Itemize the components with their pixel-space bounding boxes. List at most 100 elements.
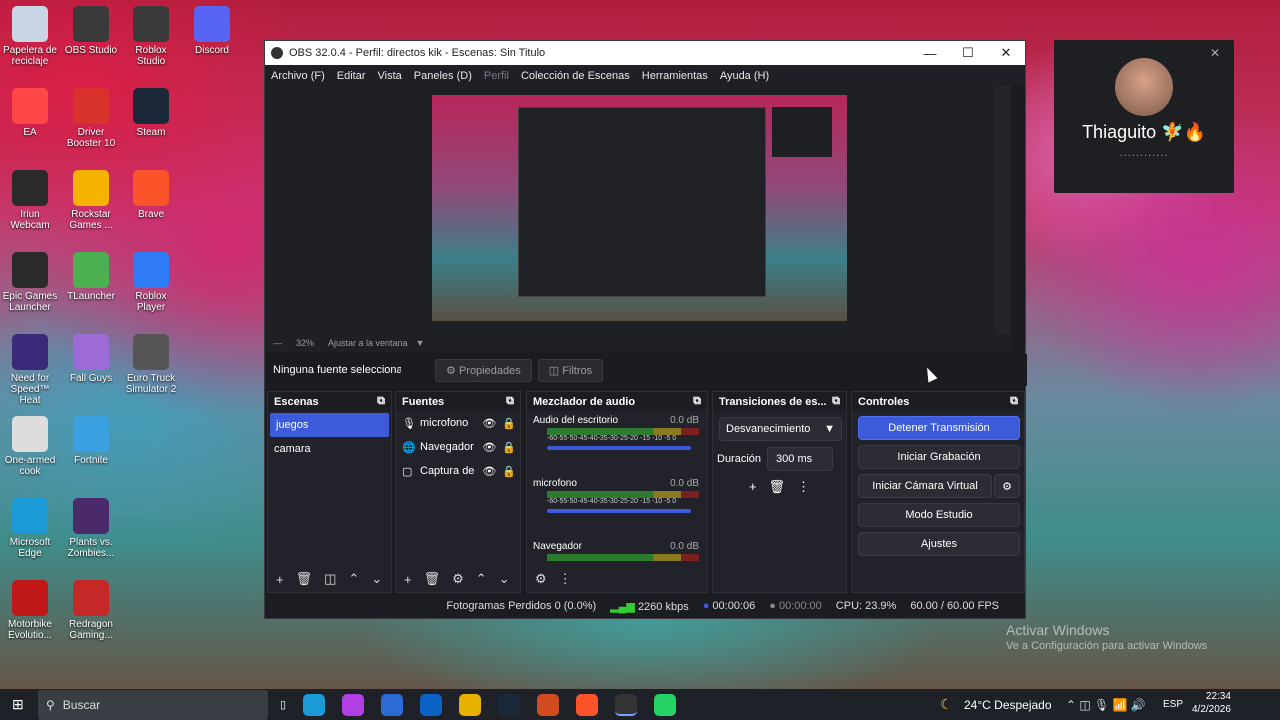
- desktop-icon[interactable]: Rockstar Games ...: [61, 170, 121, 231]
- trash-icon[interactable]: 🗑: [424, 571, 441, 587]
- desktop-icon[interactable]: Fortnite: [61, 416, 121, 466]
- dock-float-icon[interactable]: ⧉: [832, 395, 840, 408]
- volume-slider[interactable]: [547, 509, 691, 513]
- dock-float-icon[interactable]: ⧉: [1010, 395, 1018, 408]
- desktop-icon[interactable]: Roblox Studio: [121, 6, 181, 67]
- desktop-icon[interactable]: One-armed cook: [0, 416, 60, 477]
- source-item-captura[interactable]: ▢ Captura de 👁 🔒: [396, 459, 520, 483]
- filters-button[interactable]: ◫ Filtros: [537, 358, 604, 382]
- filter-icon[interactable]: ◫: [324, 571, 336, 587]
- gear-icon[interactable]: ⚙: [452, 571, 464, 587]
- outlook-icon[interactable]: [420, 693, 443, 716]
- desktop-icon[interactable]: EA: [0, 88, 60, 138]
- dock-float-icon[interactable]: ⧉: [377, 395, 385, 408]
- more-icon[interactable]: ⋮: [559, 571, 572, 587]
- trash-icon[interactable]: 🗑: [769, 479, 786, 495]
- desktop-icon[interactable]: Brave: [121, 170, 181, 220]
- language[interactable]: ESP: [1163, 699, 1183, 710]
- close-icon[interactable]: ✕: [1210, 46, 1220, 60]
- transition-select[interactable]: Desvanecimiento ▼: [719, 417, 842, 441]
- start-recording-button[interactable]: Iniciar Grabación: [858, 445, 1020, 469]
- fit-window[interactable]: Ajustar a la ventana: [328, 338, 408, 348]
- menu-archivo[interactable]: Archivo (F): [271, 70, 325, 82]
- desktop-icon[interactable]: Papelera de reciclaje: [0, 6, 60, 67]
- desktop-icon[interactable]: Microsoft Edge: [0, 498, 60, 559]
- volume-slider[interactable]: [547, 446, 691, 450]
- source-item-navegador[interactable]: 🌐 Navegador 👁 🔒: [396, 435, 520, 459]
- zoom-out-button[interactable]: —: [273, 338, 282, 348]
- lock-icon[interactable]: 🔒: [502, 465, 516, 478]
- search-icon: ⚲: [46, 697, 55, 712]
- desktop-icon[interactable]: Driver Booster 10: [61, 88, 121, 149]
- add-icon[interactable]: +: [404, 572, 412, 587]
- tray-icons[interactable]: ⌃ ◫ 🎙 📶 🔊: [1066, 698, 1146, 712]
- menu-vista[interactable]: Vista: [378, 70, 402, 82]
- chevron-up-icon[interactable]: ⌃: [348, 571, 359, 587]
- desktop-icon[interactable]: Plants vs. Zombies...: [61, 498, 121, 559]
- more-icon[interactable]: ⋮: [797, 479, 810, 495]
- search-input[interactable]: ⚲ Buscar: [38, 689, 268, 720]
- desktop-icon[interactable]: Iriun Webcam: [0, 170, 60, 231]
- desktop-icon[interactable]: Epic Games Launcher: [0, 252, 60, 313]
- copilot-icon[interactable]: [342, 693, 365, 716]
- properties-button[interactable]: ⚙ Propiedades: [435, 358, 532, 382]
- lock-icon[interactable]: 🔒: [502, 417, 516, 430]
- desktop-icon[interactable]: Motorbike Evolutio...: [0, 580, 60, 641]
- maximize-button[interactable]: ☐: [949, 45, 987, 61]
- task-view-icon[interactable]: ▯: [280, 698, 286, 711]
- desktop-icon[interactable]: Discord: [182, 6, 242, 56]
- scenes-dock: Escenas ⧉ juegos camara + 🗑 ◫ ⌃ ⌄: [267, 391, 392, 593]
- chrome-icon[interactable]: [459, 693, 482, 716]
- scene-item-camara[interactable]: camara: [268, 437, 391, 461]
- player-icon[interactable]: [537, 693, 560, 716]
- stop-stream-button[interactable]: Detener Transmisión: [858, 416, 1020, 440]
- edge-icon[interactable]: [303, 693, 326, 716]
- duration-input[interactable]: 300 ms: [767, 447, 834, 471]
- eye-icon[interactable]: 👁: [482, 441, 496, 454]
- settings-button[interactable]: Ajustes: [858, 532, 1020, 556]
- chevron-down-icon[interactable]: ▼: [416, 338, 425, 348]
- chevron-down-icon[interactable]: ⌄: [371, 571, 382, 587]
- desktop-icon[interactable]: Fall Guys: [61, 334, 121, 384]
- source-item-microfono[interactable]: 🎙 microfono 👁 🔒: [396, 411, 520, 435]
- whatsapp-icon[interactable]: [654, 693, 677, 716]
- advanced-audio-icon[interactable]: ⚙: [535, 571, 547, 587]
- lock-icon[interactable]: 🔒: [502, 441, 516, 454]
- trash-icon[interactable]: 🗑: [296, 571, 313, 587]
- menu-paneles[interactable]: Paneles (D): [414, 70, 472, 82]
- virtual-camera-button[interactable]: Iniciar Cámara Virtual: [858, 474, 992, 498]
- desktop-icon[interactable]: Steam: [121, 88, 181, 138]
- desktop-icon[interactable]: Roblox Player: [121, 252, 181, 313]
- preview-canvas[interactable]: [265, 86, 1011, 334]
- add-icon[interactable]: +: [276, 572, 284, 587]
- eye-icon[interactable]: 👁: [482, 417, 496, 430]
- desktop-icon[interactable]: Euro Truck Simulator 2: [121, 334, 181, 395]
- desktop-icon[interactable]: OBS Studio: [61, 6, 121, 56]
- chevron-up-icon[interactable]: ⌃: [476, 571, 487, 587]
- chevron-down-icon[interactable]: ⌄: [499, 571, 510, 587]
- minimize-button[interactable]: —: [911, 46, 949, 61]
- scene-item-juegos[interactable]: juegos: [270, 413, 389, 437]
- add-icon[interactable]: +: [749, 479, 757, 495]
- windows-start-icon[interactable]: ⊞: [12, 696, 24, 713]
- store-icon[interactable]: [381, 693, 404, 716]
- studio-mode-button[interactable]: Modo Estudio: [858, 503, 1020, 527]
- dock-float-icon[interactable]: ⧉: [506, 395, 514, 408]
- desktop-icon[interactable]: Redragon Gaming...: [61, 580, 121, 641]
- brave-icon[interactable]: [576, 693, 599, 716]
- weather[interactable]: 24°C Despejado: [964, 698, 1052, 712]
- menu-herramientas[interactable]: Herramientas: [642, 70, 708, 82]
- menu-editar[interactable]: Editar: [337, 70, 366, 82]
- eye-icon[interactable]: 👁: [482, 465, 496, 478]
- desktop-icon[interactable]: Need for Speed™ Heat: [0, 334, 60, 406]
- menu-perfil[interactable]: Perfil: [484, 70, 509, 82]
- dock-float-icon[interactable]: ⧉: [693, 395, 701, 408]
- desktop-icon[interactable]: TLauncher: [61, 252, 121, 302]
- menu-ayuda[interactable]: Ayuda (H): [720, 70, 769, 82]
- menu-coleccion[interactable]: Colección de Escenas: [521, 70, 630, 82]
- close-button[interactable]: ✕: [987, 45, 1025, 61]
- clock[interactable]: 22:34 4/2/2026: [1192, 690, 1231, 716]
- obs-icon[interactable]: [615, 693, 638, 716]
- gear-icon[interactable]: ⚙: [994, 474, 1020, 498]
- steam-icon[interactable]: [498, 693, 521, 716]
